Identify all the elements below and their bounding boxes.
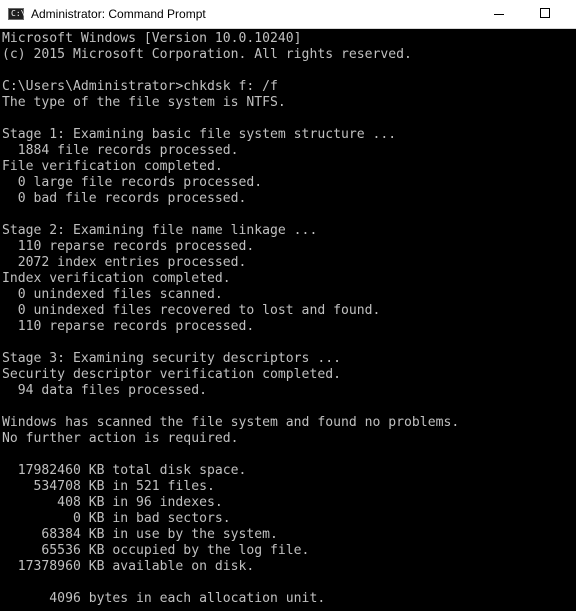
console-line: 94 data files processed. (2, 383, 207, 398)
console-line: Security descriptor verification complet… (2, 367, 341, 382)
maximize-icon (540, 8, 550, 18)
console-line: 65536 KB occupied by the log file. (2, 543, 310, 558)
console-line: Windows has scanned the file system and … (2, 415, 460, 430)
console-line: 534708 KB in 521 files. (2, 479, 215, 494)
console-line: 110 reparse records processed. (2, 239, 255, 254)
console-line: The type of the file system is NTFS. (2, 95, 286, 110)
console-line: 110 reparse records processed. (2, 319, 255, 334)
minimize-button[interactable] (476, 0, 522, 28)
console-line: C:\Users\Administrator>chkdsk f: /f (2, 79, 278, 94)
maximize-button[interactable] (522, 0, 568, 28)
console-line: 2072 index entries processed. (2, 255, 247, 270)
cmd-icon[interactable]: C:\ (8, 8, 26, 20)
console-line: 0 unindexed files recovered to lost and … (2, 303, 381, 318)
console-output[interactable]: Microsoft Windows [Version 10.0.10240] (c… (2, 31, 574, 609)
console-line: 68384 KB in use by the system. (2, 527, 278, 542)
console-line: 0 KB in bad sectors. (2, 511, 231, 526)
console-line: (c) 2015 Microsoft Corporation. All righ… (2, 47, 412, 62)
title-bar[interactable]: C:\ Administrator: Command Prompt (0, 0, 576, 29)
console-line: 4096 bytes in each allocation unit. (2, 591, 326, 606)
console-line: Stage 1: Examining basic file system str… (2, 127, 397, 142)
console-line: File verification completed. (2, 159, 223, 174)
console-line: Microsoft Windows [Version 10.0.10240] (2, 31, 302, 46)
console-line: 17378960 KB available on disk. (2, 559, 255, 574)
console-line: No further action is required. (2, 431, 239, 446)
console-line: 408 KB in 96 indexes. (2, 495, 223, 510)
console-line: 1884 file records processed. (2, 143, 239, 158)
console-line: 0 bad file records processed. (2, 191, 247, 206)
console-line: Stage 2: Examining file name linkage ... (2, 223, 318, 238)
console-line: 17982460 KB total disk space. (2, 463, 247, 478)
console-line: Stage 3: Examining security descriptors … (2, 351, 341, 366)
console-line: 0 large file records processed. (2, 175, 263, 190)
minimize-icon (494, 14, 504, 15)
console-line: 0 unindexed files scanned. (2, 287, 223, 302)
console-line: Index verification completed. (2, 271, 231, 286)
window-title: Administrator: Command Prompt (31, 7, 206, 21)
cmd-icon-glyph: C:\ (11, 9, 26, 18)
command-prompt-window: C:\ Administrator: Command Prompt Micros… (0, 0, 576, 611)
